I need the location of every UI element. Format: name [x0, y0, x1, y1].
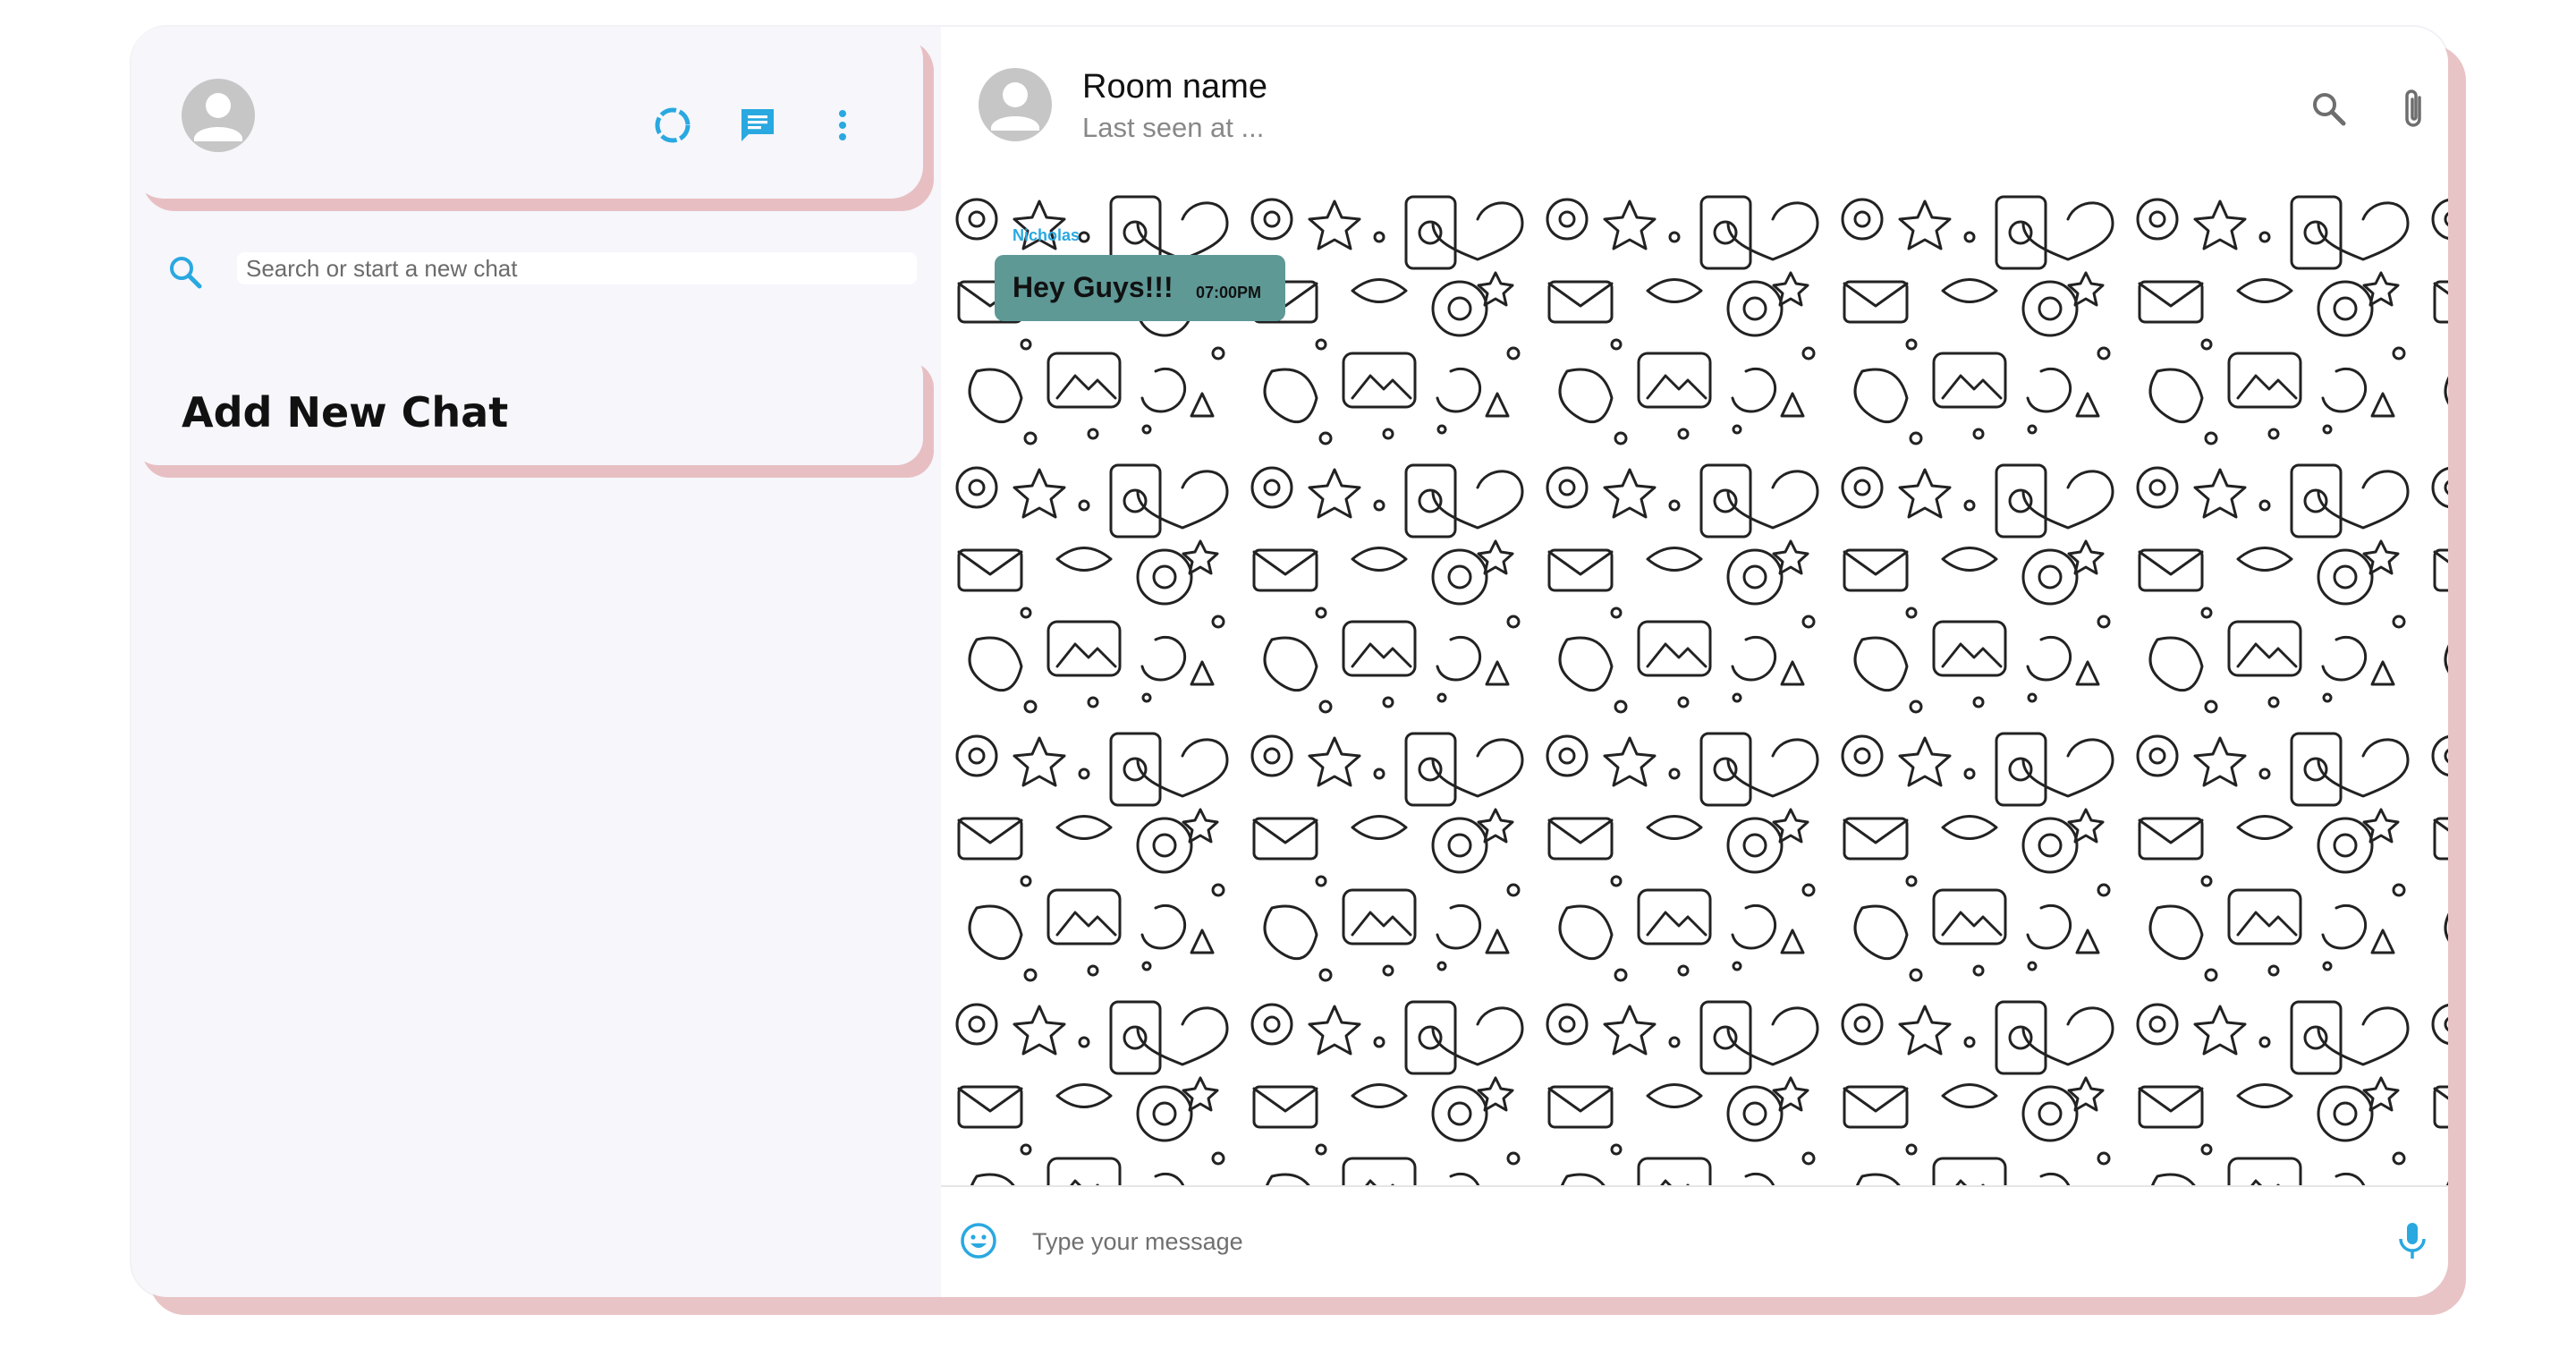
room-avatar[interactable]	[979, 68, 1052, 141]
message-text: Hey Guys!!!	[1013, 271, 1174, 303]
chat-body: Nicholas Hey Guys!!! 07:00PM	[941, 183, 2448, 1185]
message-bubble[interactable]: Nicholas Hey Guys!!! 07:00PM	[995, 226, 1285, 321]
message-input[interactable]	[1030, 1218, 2322, 1265]
avatar-icon	[194, 93, 242, 141]
sidebar-header	[131, 27, 923, 199]
chat-header: Room name Last seen at ...	[941, 27, 2448, 183]
status-icon[interactable]	[653, 106, 692, 145]
last-seen-status: Last seen at ...	[1082, 112, 1265, 143]
search-icon[interactable]	[2309, 89, 2349, 129]
room-name: Room name	[1082, 68, 1267, 106]
more-vert-icon[interactable]	[823, 106, 862, 145]
mic-icon[interactable]	[2393, 1221, 2432, 1260]
add-new-chat-label: Add New Chat	[182, 388, 509, 437]
message-timestamp: 07:00PM	[1196, 284, 1262, 301]
message-sender: Nicholas	[1013, 226, 1080, 244]
app-window: Add New Chat Room name Last seen at ...	[131, 27, 2448, 1297]
avatar-icon	[991, 82, 1039, 131]
doodle-wallpaper	[941, 183, 2448, 1185]
sidebar: Add New Chat	[131, 27, 941, 1297]
chat-footer	[941, 1185, 2448, 1297]
emoji-icon[interactable]	[959, 1221, 998, 1260]
chat-panel: Room name Last seen at ... Nicholas Hey …	[941, 27, 2448, 1297]
add-new-chat-button[interactable]: Add New Chat	[131, 349, 923, 465]
search-input[interactable]	[237, 252, 917, 284]
sidebar-search	[131, 242, 923, 295]
user-avatar[interactable]	[182, 79, 255, 152]
chat-icon[interactable]	[738, 106, 777, 145]
search-icon	[170, 257, 202, 289]
attach-file-icon[interactable]	[2394, 89, 2434, 129]
